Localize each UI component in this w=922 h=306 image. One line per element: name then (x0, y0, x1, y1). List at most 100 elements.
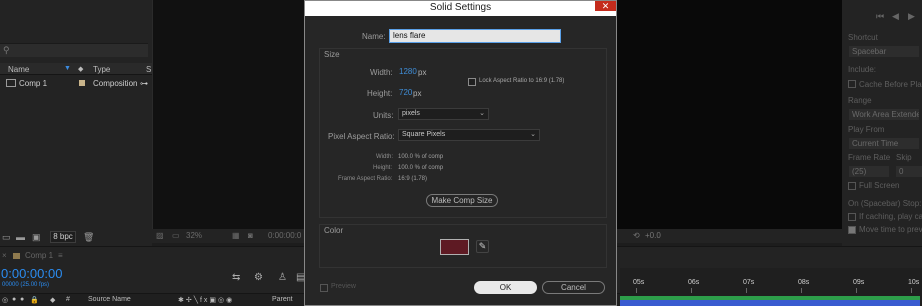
ruler-tick-label: 06s (688, 279, 700, 286)
label-color-swatch[interactable] (79, 80, 85, 86)
layer-switches-icon[interactable]: ✱✢╲fx▣◎◉ (178, 296, 234, 304)
shy-layers-icon[interactable]: ♙ (278, 272, 287, 283)
range-dropdown[interactable]: Work Area Extended (849, 109, 919, 120)
info-frame-aspect-label: Frame Aspect Ratio: (338, 176, 393, 182)
viewer-toolbar: ▨ ▭ 32% ▦ ◙ 0:00:00:0 (152, 229, 304, 243)
height-label: Height: (367, 89, 393, 98)
cache-indicator-bar (620, 296, 920, 300)
close-button[interactable]: ✕ (595, 1, 616, 11)
cancel-button[interactable]: Cancel (542, 281, 605, 294)
shortcut-dropdown[interactable]: Spacebar (849, 46, 919, 57)
interpret-footage-icon[interactable]: ▭ (2, 232, 11, 243)
ruler-tick (801, 288, 802, 293)
width-unit: px (418, 68, 427, 77)
ruler-tick-label: 08s (798, 279, 810, 286)
project-search-input[interactable]: ⚲ (0, 43, 148, 57)
make-comp-size-button[interactable]: Make Comp Size (426, 194, 498, 207)
info-height-label: Height: (373, 165, 393, 171)
composition-icon (6, 79, 16, 87)
column-type[interactable]: Type (93, 65, 110, 74)
exposure-value[interactable]: +0.0 (645, 231, 661, 240)
shortcut-label: Shortcut (848, 33, 878, 42)
composition-frame (617, 0, 842, 230)
color-swatch[interactable] (440, 239, 469, 255)
column-name[interactable]: Name (8, 65, 29, 74)
composition-viewer-left (152, 0, 304, 230)
sort-chevron-icon[interactable]: ▼ (64, 65, 71, 72)
range-label: Range (848, 96, 872, 105)
full-screen-checkbox[interactable] (848, 182, 856, 190)
move-time-checkbox[interactable] (848, 226, 856, 234)
new-comp-icon[interactable]: ▣ (32, 232, 41, 243)
project-column-header: Name ▼ ◆ Type S (0, 63, 152, 75)
color-group-label: Color (324, 226, 344, 235)
ruler-tick (746, 288, 747, 293)
parent-header[interactable]: Parent (272, 296, 293, 303)
width-label: Width: (370, 68, 393, 77)
if-caching-checkbox[interactable] (848, 213, 856, 221)
solo-toggle-icon[interactable]: ● (20, 296, 24, 303)
pixel-aspect-dropdown[interactable]: Square Pixels ⌄ (398, 129, 540, 141)
viewer-toolbar-right: ⟲ +0.0 (617, 229, 842, 243)
bit-depth-button[interactable]: 8 bpc (50, 231, 76, 243)
new-folder-icon[interactable]: ▬ (16, 232, 25, 242)
layer-duration-bar[interactable] (620, 296, 920, 306)
trash-icon[interactable]: 🗑 (83, 232, 94, 243)
timeline-timecode[interactable]: 0:00:00:00 (1, 266, 62, 281)
lock-aspect-label: Lock Aspect Ratio to 16:9 (1.78) (479, 78, 565, 84)
height-value[interactable]: 720 (399, 88, 412, 97)
draft-3d-icon[interactable]: ⚙ (254, 272, 263, 283)
cache-before-play-checkbox[interactable] (848, 80, 856, 88)
info-width-label: Width: (376, 154, 394, 160)
width-value[interactable]: 1280 (399, 67, 417, 76)
preview-checkbox[interactable] (320, 284, 328, 292)
exposure-reset-icon[interactable]: ⟲ (633, 231, 640, 240)
label-color-swatch (13, 253, 20, 259)
dialog-title: Solid Settings (429, 2, 492, 13)
frame-rate-dropdown[interactable]: (25) (849, 166, 889, 177)
dialog-title-bar[interactable]: Solid Settings ✕ (305, 1, 616, 16)
ok-button[interactable]: OK (474, 281, 537, 294)
play-icon[interactable]: ▶ (908, 11, 915, 22)
first-frame-icon[interactable]: ⏮ (876, 11, 884, 22)
lock-toggle-icon[interactable]: 🔒 (30, 296, 39, 304)
camera-icon[interactable]: ◙ (248, 231, 253, 240)
timeline-tab-label: Comp 1 (25, 251, 54, 260)
close-tab-icon[interactable]: × (2, 251, 7, 260)
project-item-type: Composition (93, 79, 138, 88)
project-item-comp[interactable]: Comp 1 Composition ⊶ (0, 76, 152, 90)
play-from-label: Play From (848, 125, 885, 134)
timeline-fps: 00000 (25.00 fps) (2, 282, 50, 288)
ruler-tick (691, 288, 692, 293)
eyedropper-icon[interactable]: ✎ (476, 240, 489, 253)
lock-aspect-checkbox[interactable] (468, 78, 476, 86)
video-toggle-icon[interactable]: ◎ (2, 296, 8, 304)
skip-dropdown[interactable]: 0 (896, 166, 922, 177)
full-screen-label: Full Screen (859, 181, 900, 190)
viewer-timecode[interactable]: 0:00:00:0 (268, 231, 301, 240)
display-icon[interactable]: ▭ (172, 231, 180, 240)
skip-label: Skip (896, 153, 912, 162)
comp-mini-flowchart-icon[interactable]: ⇆ (232, 272, 240, 283)
column-size[interactable]: S (146, 65, 151, 74)
name-input[interactable]: lens flare (389, 29, 561, 43)
snapshot-icon[interactable]: ▨ (156, 231, 164, 240)
preview-panel: ⏮ ◀ ▶ Shortcut Spacebar Include: Cache B… (842, 0, 922, 246)
units-dropdown[interactable]: pixels ⌄ (398, 108, 489, 120)
source-name-header[interactable]: Source Name (88, 296, 131, 303)
grid-icon[interactable]: ▦ (232, 231, 240, 240)
ruler-tick (911, 288, 912, 293)
zoom-dropdown[interactable]: 32% (186, 231, 202, 240)
label-tag-icon[interactable]: ◆ (50, 296, 55, 304)
audio-toggle-icon[interactable]: ● (12, 296, 16, 303)
info-height-value: 100.0 % of comp (398, 165, 444, 171)
move-time-label: Move time to preview (859, 225, 922, 234)
play-from-dropdown[interactable]: Current Time (849, 138, 919, 149)
pixel-aspect-value: Square Pixels (402, 131, 446, 138)
prev-frame-icon[interactable]: ◀ (892, 11, 899, 22)
label-tag-icon[interactable]: ◆ (78, 65, 83, 73)
size-group-label: Size (324, 50, 340, 59)
tab-menu-icon[interactable]: ≡ (58, 251, 63, 260)
solid-settings-dialog: Solid Settings ✕ Name: lens flare Size W… (304, 0, 617, 306)
timeline-tab[interactable]: × Comp 1 ≡ (0, 250, 70, 262)
